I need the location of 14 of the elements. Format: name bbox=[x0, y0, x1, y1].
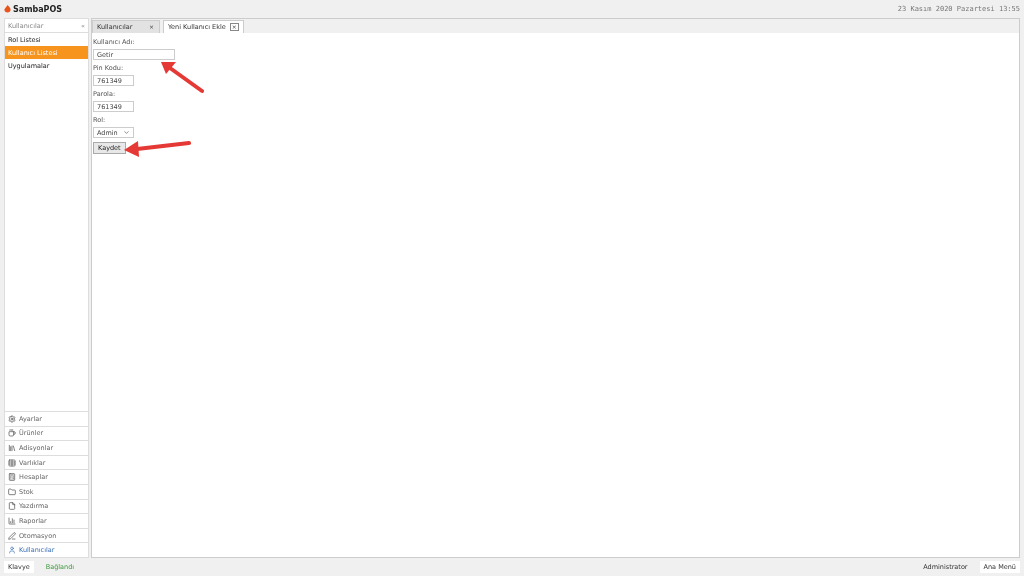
caret-icon bbox=[123, 129, 130, 136]
user-icon bbox=[8, 546, 16, 555]
annotation-arrow bbox=[123, 138, 191, 158]
gear-icon bbox=[8, 414, 16, 423]
flame-icon bbox=[4, 5, 11, 13]
table-icon bbox=[8, 458, 16, 467]
chart-icon bbox=[8, 517, 16, 525]
books-icon bbox=[8, 444, 16, 453]
file-icon bbox=[8, 502, 16, 511]
pen-icon bbox=[8, 531, 16, 540]
cup-icon bbox=[8, 429, 16, 438]
calculator-icon bbox=[8, 473, 16, 482]
folder-icon bbox=[8, 487, 16, 496]
app-logo: SambaPOS bbox=[13, 4, 63, 14]
